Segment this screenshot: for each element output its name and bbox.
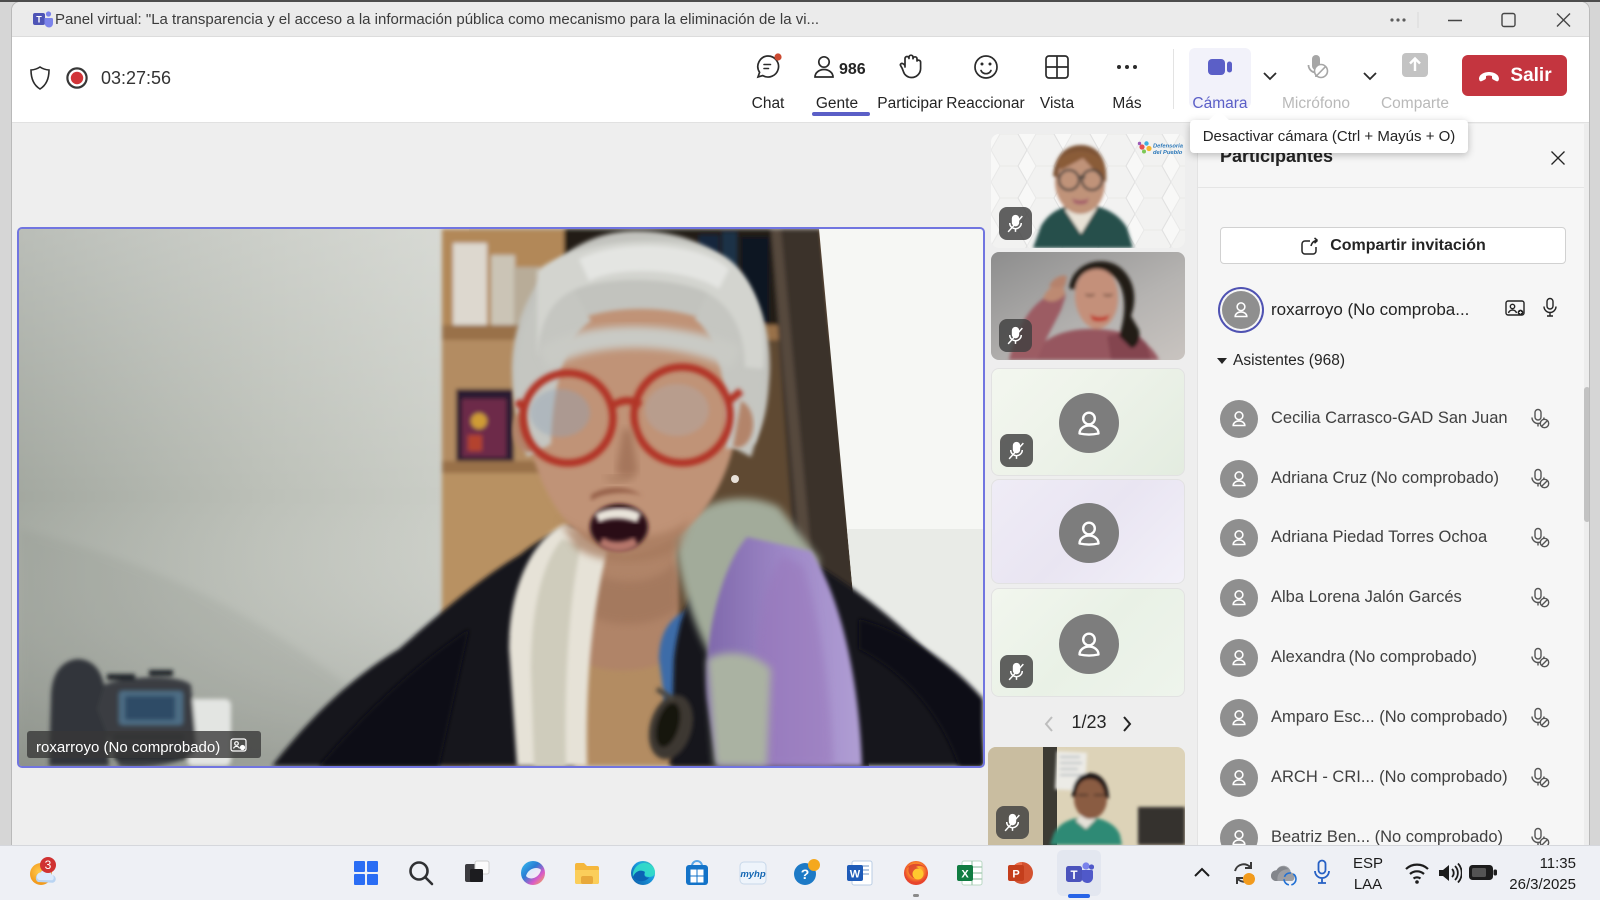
svg-text:P: P: [1012, 869, 1019, 881]
svg-text:T: T: [1070, 870, 1077, 882]
svg-text:X: X: [961, 869, 969, 881]
svg-text:roxarroyo (No comprobado): roxarroyo (No comprobado): [36, 739, 220, 756]
svg-text:W: W: [850, 869, 861, 881]
svg-text:del Pueblo: del Pueblo: [1153, 150, 1183, 156]
svg-text:T: T: [36, 15, 42, 25]
svg-text:Defensoria: Defensoria: [1153, 144, 1184, 150]
svg-text:3: 3: [45, 858, 52, 872]
svg-text:myhp: myhp: [740, 869, 766, 880]
svg-text:?: ?: [801, 866, 810, 882]
svg-text:986: 986: [839, 61, 866, 78]
